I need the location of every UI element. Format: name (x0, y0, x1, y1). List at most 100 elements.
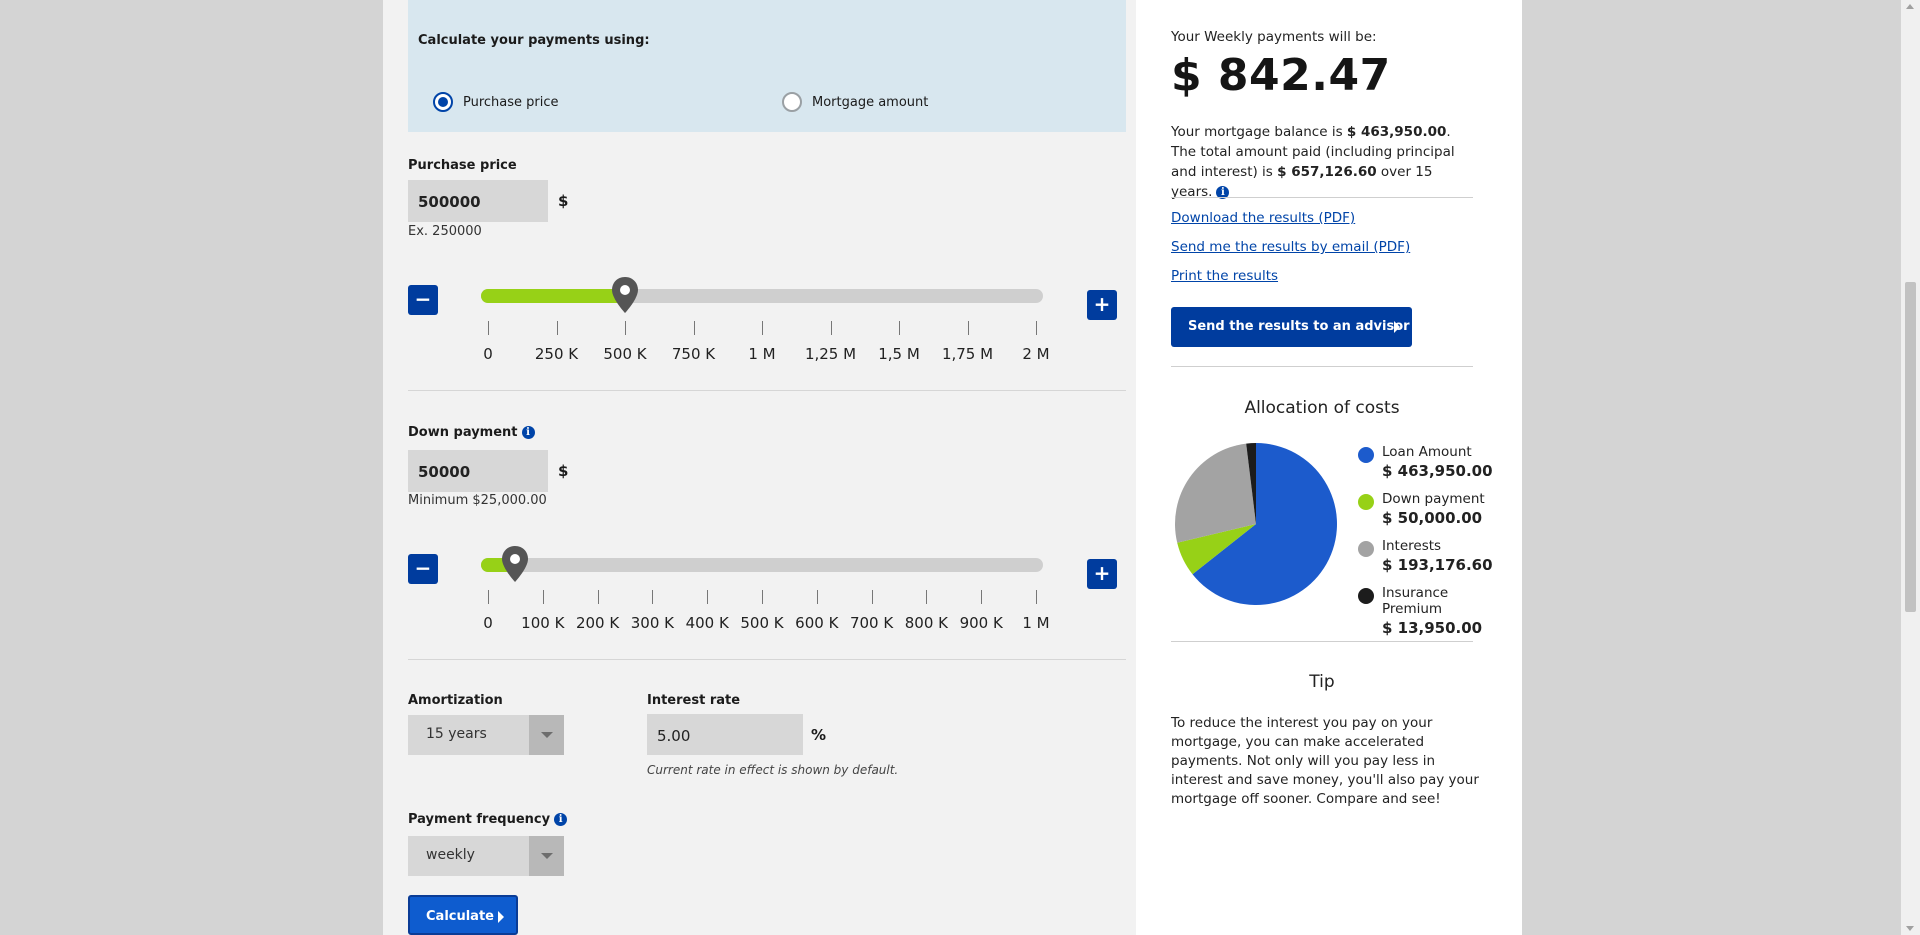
down-payment-label: Down payment i (408, 425, 535, 440)
slider-tick (816, 590, 818, 604)
down-increase-button[interactable]: + (1087, 559, 1117, 589)
down-payment-hint: Minimum $25,000.00 (408, 493, 547, 508)
scrollbar-thumb[interactable] (1905, 282, 1916, 612)
slider-tick (693, 321, 695, 335)
down-decrease-button[interactable]: − (408, 554, 438, 584)
amortization-select[interactable]: 15 years (408, 715, 564, 755)
payment-frequency-value: weekly (426, 847, 475, 863)
purchase-price-radio[interactable] (433, 92, 453, 112)
slider-tick (1036, 590, 1037, 604)
slider-tick (597, 590, 599, 604)
mortgage-amount-radio-label: Mortgage amount (812, 94, 929, 110)
slider-tick (762, 321, 763, 335)
slider-tick-label: 250 K (534, 345, 579, 363)
slider-tick-label: 1,75 M (941, 345, 994, 363)
caret-right-icon (1394, 321, 1400, 333)
amortization-value: 15 years (426, 726, 487, 742)
payment-headline: Your Weekly payments will be: (1171, 29, 1377, 45)
purchase-slider-fill (481, 289, 625, 303)
allocation-pie-chart (1175, 443, 1337, 605)
down-payment-input[interactable]: 50000 (408, 450, 548, 492)
scroll-down-icon[interactable] (1906, 926, 1914, 931)
summary-text-1: Your mortgage balance is (1171, 124, 1347, 140)
mortgage-amount-radio[interactable] (782, 92, 802, 112)
purchase-slider-handle[interactable] (610, 275, 640, 315)
slider-tick-label: 300 K (630, 614, 675, 632)
info-icon[interactable]: i (554, 813, 568, 826)
slider-tick-label: 1 M (748, 345, 776, 363)
legend-label: Down payment (1382, 491, 1485, 507)
slider-tick (1036, 321, 1037, 335)
slider-tick-label: 900 K (959, 614, 1003, 632)
down-payment-unit: $ (558, 462, 569, 480)
legend-swatch (1358, 494, 1374, 510)
legend-item: Insurance Premium $ 13,950.00 (1382, 585, 1501, 637)
tip-title: Tip (1309, 672, 1335, 692)
slider-tick-label: 1,5 M (878, 345, 920, 363)
calculate-button-label: Calculate (426, 909, 494, 924)
legend-value: $ 50,000.00 (1382, 509, 1483, 527)
legend-swatch (1358, 588, 1374, 604)
page-scrollbar[interactable] (1901, 0, 1920, 935)
legend-item: Loan Amount $ 463,950.00 (1382, 444, 1493, 480)
slider-tick (762, 590, 763, 604)
send-to-advisor-label: Send the results to an advisor (1188, 319, 1410, 334)
slider-tick-label: 0 (483, 614, 493, 632)
purchase-price-input[interactable]: 500000 (408, 180, 548, 222)
slider-tick-label: 0 (483, 345, 493, 363)
down-payment-slider[interactable] (481, 558, 1043, 572)
divider (1171, 641, 1473, 642)
slider-tick-label: 1 M (1022, 614, 1050, 632)
slider-tick (981, 590, 983, 604)
info-icon[interactable]: i (521, 426, 535, 439)
slider-tick-label: 700 K (849, 614, 894, 632)
purchase-price-slider[interactable] (481, 289, 1043, 303)
payment-amount: $ 842.47 (1171, 50, 1391, 101)
slider-tick (871, 590, 873, 604)
legend-swatch (1358, 447, 1374, 463)
slider-tick-label: 1,25 M (804, 345, 857, 363)
slider-tick (926, 590, 928, 604)
results-panel: Your Weekly payments will be: $ 842.47 Y… (1171, 0, 1501, 935)
print-results-link[interactable]: Print the results (1171, 268, 1278, 284)
option-mortgage-amount[interactable]: Mortgage amount (782, 92, 928, 112)
scroll-up-icon[interactable] (1906, 4, 1914, 9)
slider-tick-label: 800 K (904, 614, 949, 632)
amortization-label: Amortization (408, 693, 503, 708)
slider-tick-label: 750 K (671, 345, 716, 363)
divider (408, 659, 1126, 660)
slider-tick (707, 590, 709, 604)
slider-tick-label: 600 K (795, 614, 839, 632)
calc-using-label: Calculate your payments using: (418, 33, 650, 48)
purchase-decrease-button[interactable]: − (408, 285, 438, 315)
legend-item: Down payment $ 50,000.00 (1382, 491, 1485, 527)
legend-value: $ 193,176.60 (1382, 556, 1493, 574)
caret-right-icon (498, 911, 504, 923)
option-purchase-price[interactable]: Purchase price (433, 92, 559, 112)
email-pdf-link[interactable]: Send me the results by email (PDF) (1171, 239, 1410, 255)
send-to-advisor-button[interactable]: Send the results to an advisor (1171, 307, 1412, 347)
slider-tick (556, 321, 558, 335)
total-paid: $ 657,126.60 (1277, 164, 1377, 180)
down-slider-handle[interactable] (500, 544, 530, 584)
legend-label: Interests (1382, 538, 1442, 554)
page-container: Calculate your payments using: Purchase … (383, 0, 1522, 935)
tip-text: To reduce the interest you pay on your m… (1171, 715, 1479, 807)
legend-label: Insurance Premium (1382, 585, 1449, 617)
slider-tick-label: 2 M (1022, 345, 1050, 363)
slider-tick (967, 321, 969, 335)
down-payment-label-text: Down payment (408, 425, 518, 440)
slider-tick (625, 321, 626, 335)
interest-rate-input[interactable]: 5.00 (647, 714, 803, 755)
payment-frequency-label-text: Payment frequency (408, 812, 551, 827)
chevron-down-icon (529, 836, 564, 876)
slider-tick-label: 100 K (521, 614, 565, 632)
mortgage-balance: $ 463,950.00 (1346, 124, 1447, 140)
download-pdf-link[interactable]: Download the results (PDF) (1171, 210, 1355, 226)
slider-tick-label: 500 K (740, 614, 784, 632)
payment-frequency-select[interactable]: weekly (408, 836, 564, 876)
calculate-button[interactable]: Calculate (408, 895, 518, 935)
purchase-increase-button[interactable]: + (1087, 290, 1117, 320)
purchase-price-unit: $ (558, 192, 569, 210)
slider-tick (488, 590, 489, 604)
